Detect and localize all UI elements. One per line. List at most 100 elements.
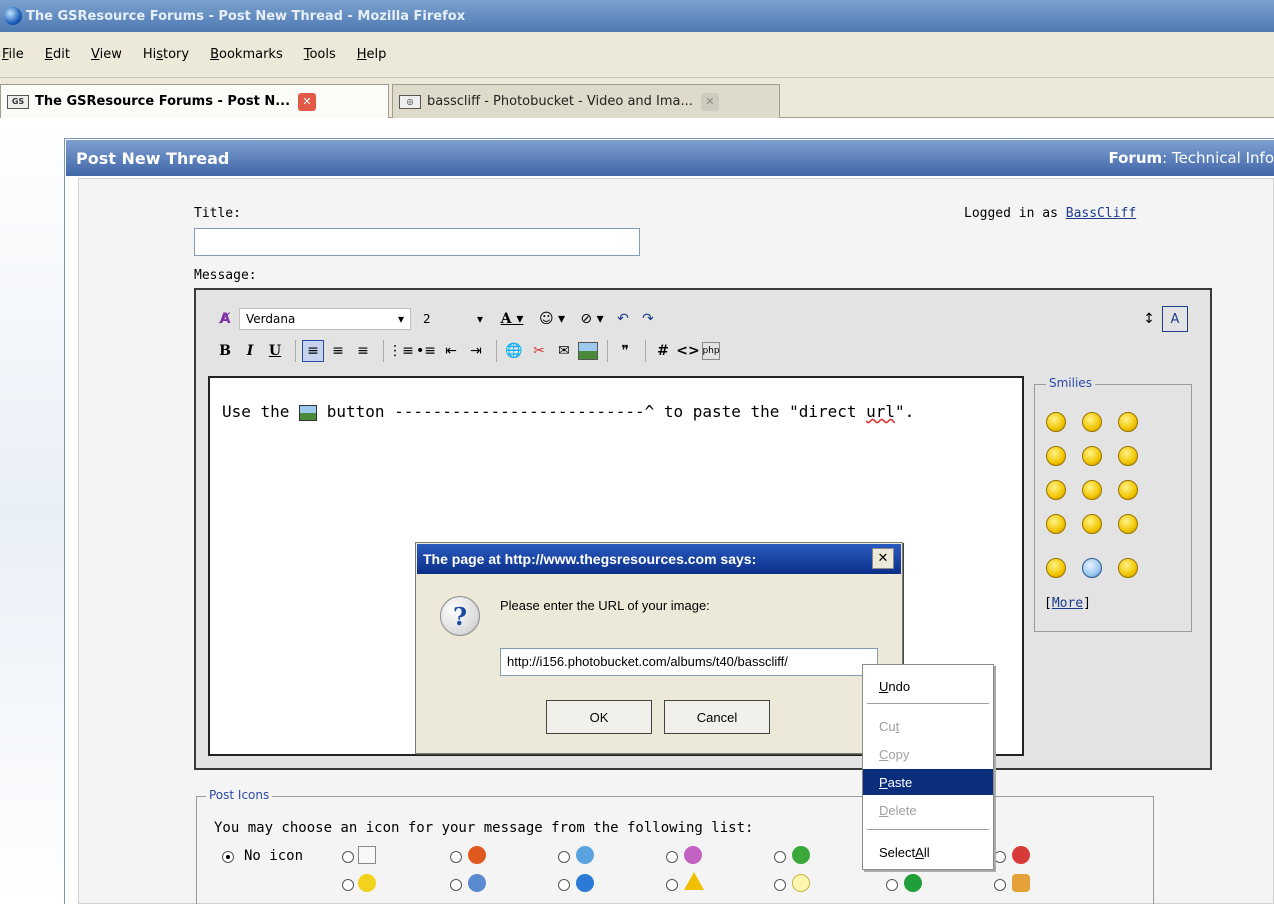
font-select[interactable]: Verdana ▾: [239, 308, 411, 330]
confused-smiley-icon[interactable]: [1082, 412, 1102, 432]
sad-smiley-icon[interactable]: [1082, 514, 1102, 534]
insert-link-icon[interactable]: 🌐: [503, 340, 525, 362]
wink-smiley-icon[interactable]: [1118, 480, 1138, 500]
remove-link-icon[interactable]: ✂: [528, 340, 550, 362]
context-undo[interactable]: Undo: [863, 673, 993, 699]
rolleyes-smiley-icon[interactable]: [1118, 514, 1138, 534]
title-label: Title:: [194, 206, 241, 221]
switch-mode-icon[interactable]: A: [1162, 306, 1188, 332]
align-left-icon[interactable]: ≡: [302, 340, 324, 362]
question-smiley-icon[interactable]: [1082, 558, 1102, 578]
align-center-icon[interactable]: ≡: [327, 340, 349, 362]
context-divider: [867, 703, 989, 704]
cool-smiley-icon[interactable]: [1118, 412, 1138, 432]
close-icon[interactable]: ✕: [298, 92, 317, 111]
html-code-icon[interactable]: <>: [676, 340, 699, 362]
window-titlebar: The GSResource Forums - Post New Thread …: [0, 0, 1274, 32]
menu-edit[interactable]: Edit: [45, 47, 70, 62]
lightbulb-icon: [792, 874, 810, 892]
context-paste[interactable]: Paste: [863, 769, 993, 795]
window-title: The GSResource Forums - Post New Thread …: [26, 8, 466, 24]
arrow-smiley-icon[interactable]: [1118, 558, 1138, 578]
context-cut[interactable]: Cu t: [863, 713, 993, 739]
post-icon-radio[interactable]: [558, 851, 570, 863]
mad-smiley-icon[interactable]: [1082, 480, 1102, 500]
menu-tools[interactable]: Tools: [304, 47, 336, 62]
url-input[interactable]: http://i156.photobucket.com/albums/t40/b…: [500, 648, 878, 676]
quote-icon[interactable]: ❞: [614, 340, 636, 362]
font-color-icon[interactable]: A ▾: [495, 308, 529, 330]
remove-format-icon[interactable]: A̸: [214, 308, 236, 330]
size-select[interactable]: 2 ▾: [417, 308, 489, 330]
post-icon-radio[interactable]: [886, 879, 898, 891]
divider: [383, 340, 384, 362]
more-smilies: [More]: [1044, 596, 1091, 611]
grin-smiley-icon[interactable]: [1046, 412, 1066, 432]
italic-icon[interactable]: I: [239, 340, 261, 362]
happy-smiley-icon[interactable]: [1046, 446, 1066, 466]
tongue-smiley-icon[interactable]: [1046, 480, 1066, 500]
indent-icon[interactable]: ⇥: [465, 340, 487, 362]
no-icon-label: No icon: [244, 848, 304, 864]
ok-button[interactable]: OK: [546, 700, 652, 734]
post-icon-radio[interactable]: [450, 879, 462, 891]
more-smilies-link[interactable]: More: [1052, 596, 1083, 611]
resize-arrows-icon[interactable]: ↕: [1138, 308, 1160, 330]
redo-icon[interactable]: ↷: [637, 308, 659, 330]
thumbs-up-icon: [1012, 874, 1030, 892]
tab-photobucket[interactable]: ◎ basscliff - Photobucket - Video and Im…: [392, 84, 780, 118]
cancel-button[interactable]: Cancel: [664, 700, 770, 734]
dialog-close-button[interactable]: ✕: [872, 548, 894, 569]
insert-email-icon[interactable]: ✉: [553, 340, 575, 362]
align-right-icon[interactable]: ≡: [352, 340, 374, 362]
post-icons-legend: Post Icons: [206, 788, 273, 802]
menu-view[interactable]: View: [91, 47, 122, 62]
image-icon: [299, 404, 318, 421]
post-icon-radio[interactable]: [666, 879, 678, 891]
post-icon-radio[interactable]: [342, 851, 354, 863]
menu-history[interactable]: History: [143, 47, 189, 62]
dialog-title: The page at http://www.thegsresources.co…: [417, 544, 901, 574]
context-divider: [867, 829, 989, 830]
post-icon-none-radio[interactable]: [222, 851, 234, 863]
post-icon-radio[interactable]: [450, 851, 462, 863]
pink-smiley-icon: [684, 846, 702, 864]
undo-icon[interactable]: ↶: [612, 308, 634, 330]
forum-label: Forum: Technical Info: [1108, 149, 1274, 167]
post-icon-radio[interactable]: [994, 851, 1006, 863]
username-link[interactable]: BassCliff: [1066, 206, 1136, 221]
post-icon-radio[interactable]: [774, 851, 786, 863]
frown-smiley-icon[interactable]: [1082, 446, 1102, 466]
unordered-list-icon[interactable]: •≡: [415, 340, 437, 362]
context-delete[interactable]: Delete: [863, 797, 993, 823]
document-icon: [358, 846, 376, 864]
post-icon-radio[interactable]: [342, 879, 354, 891]
context-copy[interactable]: Copy: [863, 741, 993, 767]
bold-icon[interactable]: B: [214, 340, 236, 362]
question-icon: [576, 874, 594, 892]
menu-bookmarks[interactable]: Bookmarks: [210, 47, 283, 62]
smile-icon: [576, 846, 594, 864]
outdent-icon[interactable]: ⇤: [440, 340, 462, 362]
post-icon-radio[interactable]: [774, 879, 786, 891]
title-input[interactable]: [194, 228, 640, 256]
menu-help[interactable]: Help: [357, 47, 387, 62]
code-hash-icon[interactable]: #: [652, 340, 674, 362]
php-code-icon[interactable]: php: [702, 342, 720, 360]
smiley-menu-icon[interactable]: ☺ ▾: [532, 308, 572, 330]
divider: [645, 340, 646, 362]
post-icon-radio[interactable]: [994, 879, 1006, 891]
attachment-icon[interactable]: ⊘ ▾: [575, 308, 609, 330]
tab-gsresource[interactable]: GS The GSResource Forums - Post N... ✕: [0, 84, 389, 118]
post-icon-radio[interactable]: [666, 851, 678, 863]
eek-smiley-icon[interactable]: [1118, 446, 1138, 466]
post-icon-radio[interactable]: [558, 879, 570, 891]
crying-smiley-icon[interactable]: [1046, 558, 1066, 578]
context-select-all[interactable]: Select All: [863, 839, 993, 865]
underline-icon[interactable]: U: [264, 340, 286, 362]
menu-file[interactable]: File: [2, 47, 24, 62]
surprised-smiley-icon[interactable]: [1046, 514, 1066, 534]
ordered-list-icon[interactable]: ⋮≡: [388, 340, 414, 362]
close-icon[interactable]: ✕: [700, 92, 719, 111]
insert-image-icon[interactable]: [578, 342, 598, 360]
